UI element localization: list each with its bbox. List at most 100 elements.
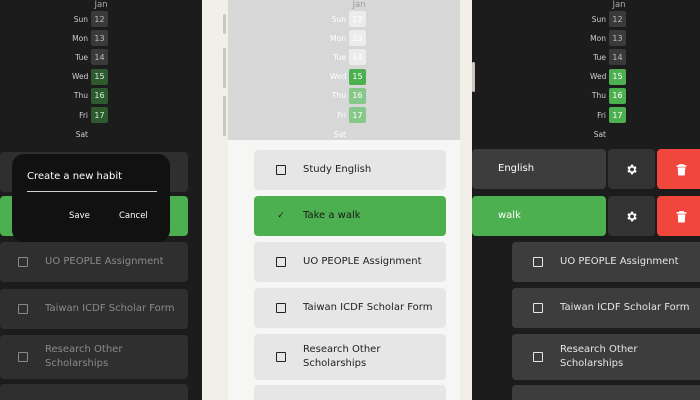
checkbox[interactable] xyxy=(276,303,286,313)
trash-icon xyxy=(676,210,686,222)
trash-icon xyxy=(676,163,686,175)
calendar-day-cell[interactable]: 12 xyxy=(609,11,626,27)
checkbox[interactable] xyxy=(18,352,28,362)
habit-name: English xyxy=(498,163,535,174)
calendar-row: Sat xyxy=(590,126,609,142)
calendar-row: Mon 13 xyxy=(72,30,108,47)
calendar-row: Wed 15 xyxy=(590,68,626,85)
calendar-day-cell[interactable]: 15 xyxy=(91,68,108,85)
calendar-day-cell[interactable]: 15 xyxy=(349,68,366,85)
calendar-day-cell[interactable]: 16 xyxy=(609,87,626,104)
weekday-label: Sun xyxy=(331,14,346,24)
calendar-row: Thu 16 xyxy=(590,87,626,104)
weekday-label: Mon xyxy=(72,33,88,43)
habit-card[interactable]: UO PEOPLE Assignment xyxy=(512,242,700,282)
habit-card[interactable] xyxy=(512,385,700,400)
calendar-day-cell[interactable]: 13 xyxy=(349,30,366,47)
habit-name: Research Other Scholarships xyxy=(560,344,638,369)
phone-side-button xyxy=(223,14,226,34)
phone-side-button xyxy=(223,96,226,136)
calendar-row: Mon 13 xyxy=(590,30,626,47)
weekday-label: Thu xyxy=(73,91,88,101)
habit-name: UO PEOPLE Assignment xyxy=(303,256,422,267)
habit-card[interactable]: Taiwan ICDF Scholar Form xyxy=(254,288,446,328)
habit-name: walk xyxy=(498,210,521,221)
calendar-row: Wed 15 xyxy=(330,68,366,85)
calendar-day-cell[interactable]: 14 xyxy=(349,49,366,66)
habit-name: Study English xyxy=(303,164,372,175)
calendar-day-cell[interactable]: 15 xyxy=(609,68,626,85)
habit-card[interactable] xyxy=(254,385,446,400)
calendar-day-cell[interactable]: 14 xyxy=(609,49,626,66)
checkbox[interactable] xyxy=(276,352,286,362)
habit-name-input[interactable] xyxy=(27,191,157,192)
habit-name: Taiwan ICDF Scholar Form xyxy=(560,302,690,313)
habit-name: Take a walk xyxy=(303,210,361,221)
habit-name: Research Other Scholarships xyxy=(45,344,123,369)
dialog-title: Create a new habit xyxy=(27,171,123,182)
habit-name: UO PEOPLE Assignment xyxy=(45,256,164,267)
weekday-label: Fri xyxy=(79,110,88,120)
weekday-label: Thu xyxy=(331,91,346,101)
delete-button[interactable] xyxy=(657,149,700,189)
checkbox[interactable] xyxy=(533,257,543,267)
screen-gap xyxy=(460,0,472,400)
habit-name: Research Other Scholarships xyxy=(303,344,381,369)
habit-card[interactable]: Research Other Scholarships xyxy=(512,334,700,380)
checkbox[interactable] xyxy=(533,303,543,313)
habit-card[interactable]: ✓ Take a walk xyxy=(254,196,446,236)
habit-card[interactable]: Research Other Scholarships xyxy=(0,335,188,379)
weekday-label: Sun xyxy=(73,14,88,24)
checkbox[interactable] xyxy=(276,165,286,175)
calendar-day-cell[interactable]: 13 xyxy=(91,30,108,47)
habit-card[interactable]: Study English xyxy=(254,150,446,190)
weekday-label: Sat xyxy=(593,129,606,139)
calendar-row: Mon 13 xyxy=(330,30,366,47)
calendar-day-cell[interactable]: 12 xyxy=(349,11,366,27)
save-button[interactable]: Save xyxy=(69,211,90,221)
checkbox[interactable] xyxy=(533,352,543,362)
calendar-row: Thu 16 xyxy=(330,87,366,104)
checkbox[interactable] xyxy=(18,257,28,267)
phone-screen-light: Jan Sun 12 Mon 13 Tue 14 Wed 15 Thu 16 Fri 17 Sat Stu… xyxy=(228,0,460,400)
calendar-row: Fri 17 xyxy=(330,107,366,123)
phone-screen-dialog: Jan Sun 12 Mon 13 Tue 14 Wed 15 Thu 16 Fri 17 Sat UO … xyxy=(0,0,202,400)
weekday-label: Tue xyxy=(75,52,88,62)
habit-name: Taiwan ICDF Scholar Form xyxy=(303,302,433,313)
calendar-day-cell[interactable]: 16 xyxy=(91,87,108,104)
calendar-day-cell[interactable]: 17 xyxy=(91,107,108,123)
calendar-row: Fri 17 xyxy=(72,107,108,123)
calendar-month: Jan xyxy=(352,0,366,10)
weekday-label: Tue xyxy=(593,52,606,62)
habit-card[interactable]: UO PEOPLE Assignment xyxy=(254,242,446,282)
calendar-day-cell[interactable]: 17 xyxy=(349,107,366,123)
checkbox[interactable] xyxy=(18,304,28,314)
checkbox[interactable] xyxy=(276,257,286,267)
habit-card[interactable]: Taiwan ICDF Scholar Form xyxy=(0,289,188,329)
calendar-day-cell[interactable]: 13 xyxy=(609,30,626,47)
cancel-button[interactable]: Cancel xyxy=(119,211,148,221)
settings-button[interactable] xyxy=(608,149,655,189)
habit-card-swiped[interactable]: English xyxy=(472,149,606,189)
habit-card[interactable]: Taiwan ICDF Scholar Form xyxy=(512,288,700,328)
calendar-row: Sun 12 xyxy=(72,11,108,27)
habit-card[interactable]: Research Other Scholarships xyxy=(254,334,446,380)
check-icon[interactable]: ✓ xyxy=(276,211,286,221)
calendar-row: Fri 17 xyxy=(590,107,626,123)
calendar-day-cell[interactable]: 14 xyxy=(91,49,108,66)
calendar-row: Thu 16 xyxy=(72,87,108,104)
weekday-label: Tue xyxy=(333,52,346,62)
calendar-month: Jan xyxy=(612,0,626,10)
calendar-day-cell[interactable]: 12 xyxy=(91,11,108,27)
weekday-label: Wed xyxy=(590,72,607,82)
delete-button[interactable] xyxy=(657,196,700,236)
weekday-label: Wed xyxy=(72,72,89,82)
calendar-day-cell[interactable]: 17 xyxy=(609,107,626,123)
habit-card-swiped[interactable]: walk xyxy=(472,196,606,236)
settings-button[interactable] xyxy=(608,196,655,236)
habit-card[interactable] xyxy=(0,384,188,400)
calendar-day-cell[interactable]: 16 xyxy=(349,87,366,104)
gear-icon xyxy=(627,164,637,174)
habit-card[interactable]: UO PEOPLE Assignment xyxy=(0,242,188,282)
calendar-row: Tue 14 xyxy=(72,49,108,66)
